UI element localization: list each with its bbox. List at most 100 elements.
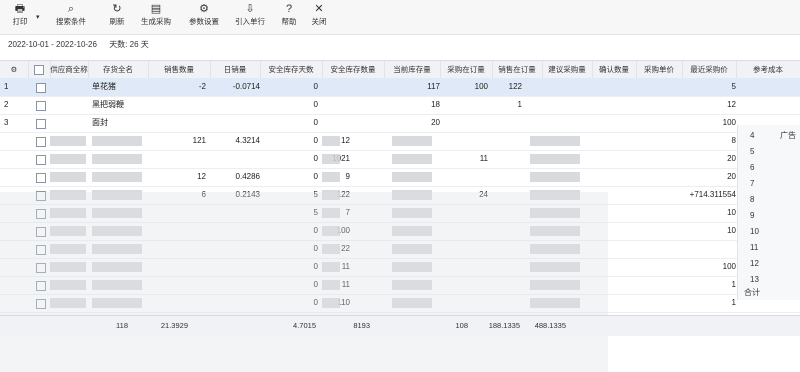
cell-qty bbox=[148, 96, 206, 114]
side-label: 广告 bbox=[780, 131, 796, 140]
row-checkbox[interactable] bbox=[36, 83, 46, 93]
redacted-block bbox=[530, 172, 580, 182]
total-purchase-on-order: 108 bbox=[455, 321, 468, 330]
col-sales-on-order[interactable]: 销售在订量 bbox=[492, 61, 543, 78]
side-row-number: 11 bbox=[750, 243, 759, 252]
cell-cost bbox=[682, 240, 736, 258]
header-settings-icon[interactable]: ⚙ bbox=[0, 61, 29, 78]
close-button[interactable]: ✕ 关闭 bbox=[306, 3, 332, 31]
side-row-number: 9 bbox=[750, 211, 755, 220]
cell-so bbox=[492, 132, 522, 150]
total-suggested: 488.1335 bbox=[534, 321, 566, 330]
redacted-block bbox=[392, 172, 432, 182]
refresh-button[interactable]: ↻ 刷新 bbox=[104, 3, 130, 31]
cell-cost: 12 bbox=[727, 100, 736, 109]
chevron-down-icon[interactable]: ▾ bbox=[36, 13, 40, 21]
print-button[interactable]: 🖶 打印 bbox=[6, 3, 34, 31]
cell-cost: 1 bbox=[731, 298, 736, 307]
table-row[interactable]: 3 面封 0 20 100 bbox=[0, 114, 800, 133]
col-last-purchase-price[interactable]: 最近采购价 bbox=[682, 61, 737, 78]
cell-so bbox=[492, 150, 522, 168]
cell-safe-days: 0 bbox=[313, 82, 318, 91]
side-row-number: 10 bbox=[750, 227, 759, 236]
cell-po: 11 bbox=[479, 154, 488, 163]
col-suggested-purchase[interactable]: 建议采购量 bbox=[542, 61, 593, 78]
table-row[interactable]: 0 1021 11 20 bbox=[0, 150, 800, 169]
cell-name: 面封 bbox=[92, 118, 108, 127]
select-all-checkbox[interactable] bbox=[34, 65, 44, 75]
redacted-block bbox=[530, 136, 580, 146]
side-row-number: 7 bbox=[750, 179, 755, 188]
cell-cost: 20 bbox=[727, 154, 736, 163]
cell-idx bbox=[4, 132, 24, 150]
cell-so: 122 bbox=[508, 82, 522, 91]
cell-daily: -0.0714 bbox=[232, 82, 260, 91]
refresh-icon: ↻ bbox=[112, 3, 122, 15]
cell-name: 单花猪 bbox=[92, 82, 116, 91]
cell-daily bbox=[210, 114, 260, 132]
search-conditions-button[interactable]: ⌕ 搜索条件 bbox=[52, 3, 90, 31]
col-sales-qty[interactable]: 销售数量 bbox=[148, 61, 211, 78]
generate-purchase-label: 生成采购 bbox=[141, 17, 171, 26]
redacted-block bbox=[392, 154, 432, 164]
redacted-block bbox=[50, 136, 86, 146]
parameter-settings-button[interactable]: ⚙ 参数设置 bbox=[184, 3, 224, 31]
table-row[interactable]: 1 单花猪 -2 -0.0714 0 117 100 122 5 bbox=[0, 78, 800, 97]
totals-bar: 118 21.3929 4.7015 8193 108 188.1335 488… bbox=[0, 315, 800, 336]
col-reference-cost[interactable]: 参考成本 bbox=[736, 61, 800, 78]
cell-idx bbox=[4, 168, 24, 186]
import-rows-label: 引入单行 bbox=[235, 17, 265, 26]
header-select-all[interactable] bbox=[28, 61, 51, 78]
pixelated-overlay bbox=[0, 192, 608, 372]
cell-cost: 1 bbox=[731, 280, 736, 289]
cell-idx bbox=[4, 150, 24, 168]
table-row[interactable]: 2 黑把弱鞭 0 18 1 12 bbox=[0, 96, 800, 115]
cell-cost: 20 bbox=[727, 172, 736, 181]
cell-po bbox=[440, 114, 488, 132]
col-supplier[interactable]: 供应商全称 bbox=[50, 61, 89, 78]
close-icon: ✕ bbox=[314, 3, 324, 15]
col-safety-qty[interactable]: 安全库存数量 bbox=[322, 61, 385, 78]
col-item-name[interactable]: 存货全名 bbox=[88, 61, 149, 78]
days-count: 天数: 26 天 bbox=[109, 40, 149, 49]
side-row-number: 6 bbox=[750, 163, 755, 172]
redacted-block bbox=[530, 154, 580, 164]
cell-so bbox=[492, 168, 522, 186]
col-purchase-on-order[interactable]: 采购在订量 bbox=[440, 61, 493, 78]
row-checkbox[interactable] bbox=[36, 101, 46, 111]
col-current-stock[interactable]: 当前库存量 bbox=[384, 61, 441, 78]
row-checkbox[interactable] bbox=[36, 173, 46, 183]
row-checkbox[interactable] bbox=[36, 155, 46, 165]
generate-purchase-button[interactable]: ▤ 生成采购 bbox=[136, 3, 176, 31]
table-row[interactable]: 121 4.3214 0 12 8 bbox=[0, 132, 800, 151]
side-row-number: 12 bbox=[750, 259, 759, 268]
cell-qty bbox=[148, 114, 206, 132]
redacted-block bbox=[322, 172, 340, 182]
toolbar: 🖶 打印 ▾ ⌕ 搜索条件 ↻ 刷新 ▤ 生成采购 ⚙ 参数设置 ⇩ 引入单行 … bbox=[0, 0, 800, 35]
total-daily-sales: 21.3929 bbox=[160, 321, 188, 330]
side-total: 合计 bbox=[744, 288, 760, 297]
side-row-number: 8 bbox=[750, 195, 755, 204]
row-checkbox[interactable] bbox=[36, 137, 46, 147]
cell-safe-days: 0 bbox=[313, 118, 318, 127]
col-daily-sales[interactable]: 日销量 bbox=[210, 61, 261, 78]
cell-qty: 12 bbox=[197, 172, 206, 181]
col-safety-days[interactable]: 安全库存天数 bbox=[260, 61, 323, 78]
redacted-block bbox=[50, 154, 86, 164]
redacted-block bbox=[92, 172, 142, 182]
cell-qty: 121 bbox=[192, 136, 206, 145]
import-rows-button[interactable]: ⇩ 引入单行 bbox=[230, 3, 270, 31]
redacted-block bbox=[392, 136, 432, 146]
filter-icon: ⌕ bbox=[67, 3, 75, 15]
cell-daily bbox=[210, 96, 260, 114]
redacted-block bbox=[322, 154, 340, 164]
col-purchase-price[interactable]: 采购单价 bbox=[636, 61, 683, 78]
row-checkbox[interactable] bbox=[36, 119, 46, 129]
table-row[interactable]: 12 0.4286 0 9 20 bbox=[0, 168, 800, 187]
parameter-settings-label: 参数设置 bbox=[189, 17, 219, 26]
col-confirmed-qty[interactable]: 确认数量 bbox=[592, 61, 637, 78]
redacted-block bbox=[50, 172, 86, 182]
total-safety-days: 4.7015 bbox=[293, 321, 316, 330]
help-label: 帮助 bbox=[281, 17, 297, 26]
help-button[interactable]: ? 帮助 bbox=[276, 3, 302, 31]
